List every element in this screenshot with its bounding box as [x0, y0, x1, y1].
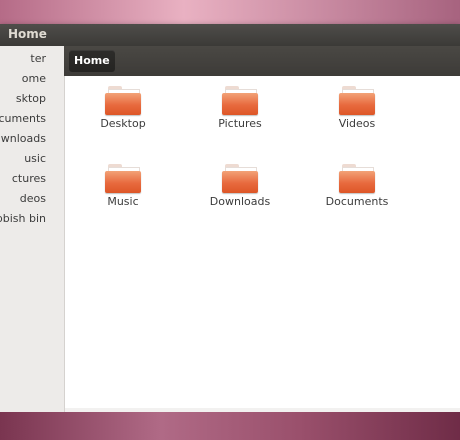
- sidebar-item-label: wnloads: [0, 132, 46, 145]
- file-label: Downloads: [209, 195, 271, 208]
- file-view[interactable]: Desktop Pictures Videos Music Downloads …: [65, 76, 460, 408]
- folder-icon: [222, 162, 258, 194]
- file-label: Desktop: [100, 117, 146, 130]
- folder-desktop[interactable]: Desktop: [73, 84, 173, 152]
- sidebar-item-computer[interactable]: ter: [0, 50, 64, 70]
- file-label: Videos: [338, 117, 376, 130]
- sidebar-item-desktop[interactable]: sktop: [0, 90, 64, 110]
- folder-icon: [105, 84, 141, 116]
- sidebar-item-label: bbish bin: [0, 212, 46, 225]
- sidebar-item-rubbish-bin[interactable]: bbish bin: [0, 210, 64, 230]
- desktop-wallpaper-bottom: [0, 412, 460, 440]
- folder-documents[interactable]: Documents: [307, 162, 407, 230]
- sidebar-item-label: sktop: [15, 92, 46, 105]
- window-title: Home: [8, 27, 47, 41]
- folder-pictures[interactable]: Pictures: [190, 84, 290, 152]
- sidebar-item-music[interactable]: usic: [0, 150, 64, 170]
- sidebar-item-label: deos: [19, 192, 46, 205]
- folder-music[interactable]: Music: [73, 162, 173, 230]
- folder-downloads[interactable]: Downloads: [190, 162, 290, 230]
- folder-icon: [105, 162, 141, 194]
- sidebar-item-downloads[interactable]: wnloads: [0, 130, 64, 150]
- sidebar-item-label: ctures: [11, 172, 46, 185]
- sidebar-item-documents[interactable]: ocuments: [0, 110, 64, 130]
- breadcrumb-home-button[interactable]: Home: [69, 50, 115, 72]
- sidebar-item-pictures[interactable]: ctures: [0, 170, 64, 190]
- sidebar: ter ome sktop ocuments wnloads usic ctur…: [0, 46, 65, 414]
- desktop-wallpaper-top: [0, 0, 460, 26]
- sidebar-item-videos[interactable]: deos: [0, 190, 64, 210]
- folder-icon: [222, 84, 258, 116]
- folder-icon: [339, 162, 375, 194]
- file-label: Documents: [325, 195, 389, 208]
- folder-videos[interactable]: Videos: [307, 84, 407, 152]
- sidebar-item-label: ome: [21, 72, 46, 85]
- file-manager-window: Home ter ome sktop ocuments wnloads usic…: [0, 24, 460, 414]
- sidebar-item-label: ocuments: [0, 112, 46, 125]
- sidebar-item-label: ter: [30, 52, 46, 65]
- sidebar-item-label: usic: [24, 152, 46, 165]
- window-titlebar[interactable]: Home: [0, 24, 460, 46]
- file-label: Music: [107, 195, 139, 208]
- file-label: Pictures: [218, 117, 262, 130]
- location-toolbar: Home: [64, 46, 460, 76]
- sidebar-item-home[interactable]: ome: [0, 70, 64, 90]
- folder-icon: [339, 84, 375, 116]
